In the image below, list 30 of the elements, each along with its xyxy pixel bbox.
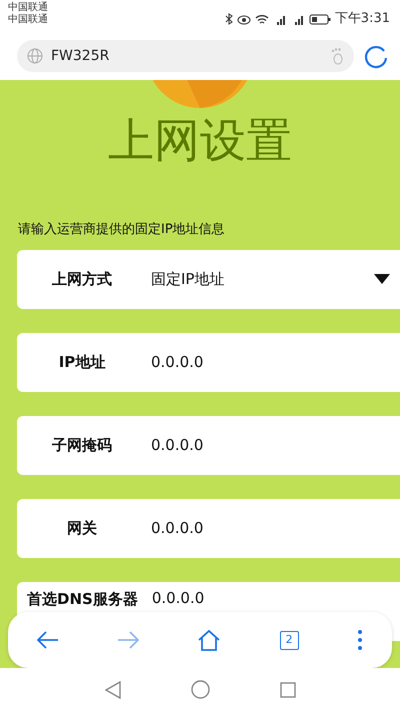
eye-icon	[236, 13, 251, 25]
input-value[interactable]: 0.0.0.0	[151, 434, 204, 456]
back-icon[interactable]	[104, 680, 120, 698]
bluetooth-icon	[224, 13, 233, 25]
forward-arrow-icon[interactable]	[117, 631, 140, 649]
instruction-text: 请输入运营商提供的固定IP地址信息	[18, 221, 226, 239]
carrier-name: 中国联通	[8, 14, 48, 26]
back-arrow-icon[interactable]	[37, 631, 60, 649]
dropdown-arrow-icon	[374, 274, 390, 284]
input-value[interactable]: 0.0.0.0	[152, 588, 204, 608]
field-label: IP地址	[58, 352, 106, 371]
more-icon[interactable]	[356, 629, 363, 651]
home-circle-icon[interactable]	[190, 680, 210, 699]
battery-icon	[308, 13, 331, 25]
field-label: 上网方式	[52, 270, 112, 288]
field-label: 首选DNS服务器	[27, 590, 138, 608]
wifi-icon	[254, 13, 269, 25]
select-field[interactable]: 固定IP地址	[137, 268, 390, 290]
input-value[interactable]: 0.0.0.0	[151, 350, 204, 374]
carrier-name: 中国联通	[8, 2, 48, 14]
tab-count-button[interactable]: 2	[280, 630, 299, 650]
field-label: 网关	[67, 518, 97, 537]
home-icon[interactable]	[197, 629, 222, 651]
globe-icon	[27, 48, 43, 64]
input-value[interactable]: 0.0.0.0	[151, 516, 204, 540]
recents-icon[interactable]	[280, 682, 296, 698]
page-title: 上网设置	[107, 112, 293, 169]
clock-text: 下午3:31	[334, 13, 390, 25]
field-label: 子网掩码	[52, 436, 112, 454]
address-field[interactable]: FW325R	[17, 40, 354, 72]
